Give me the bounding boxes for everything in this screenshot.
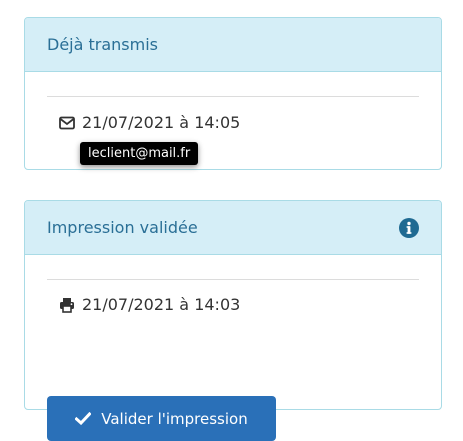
- info-circle-icon[interactable]: [399, 217, 419, 238]
- print-row: 21/07/2021 à 14:03: [59, 295, 240, 314]
- validate-print-button[interactable]: Valider l'impression: [47, 396, 276, 441]
- printer-icon: [59, 297, 75, 313]
- email-tooltip: leclient@mail.fr: [80, 142, 199, 165]
- divider: [47, 96, 419, 97]
- transmitted-panel-title: Déjà transmis: [47, 35, 158, 54]
- print-panel-title: Impression validée: [47, 218, 198, 237]
- check-icon: [75, 412, 92, 425]
- print-panel: Impression validée 21/07/2021 à 14:03 Va…: [24, 200, 442, 441]
- divider: [47, 279, 419, 280]
- email-sent-date: 21/07/2021 à 14:05: [82, 113, 241, 132]
- email-sent-row: 21/07/2021 à 14:05: [59, 113, 240, 132]
- transmitted-panel-heading: Déjà transmis: [25, 18, 441, 72]
- print-date: 21/07/2021 à 14:03: [82, 295, 241, 314]
- print-panel-heading: Impression validée: [25, 201, 441, 255]
- validate-print-button-label: Valider l'impression: [101, 409, 248, 428]
- envelope-icon[interactable]: [59, 116, 75, 130]
